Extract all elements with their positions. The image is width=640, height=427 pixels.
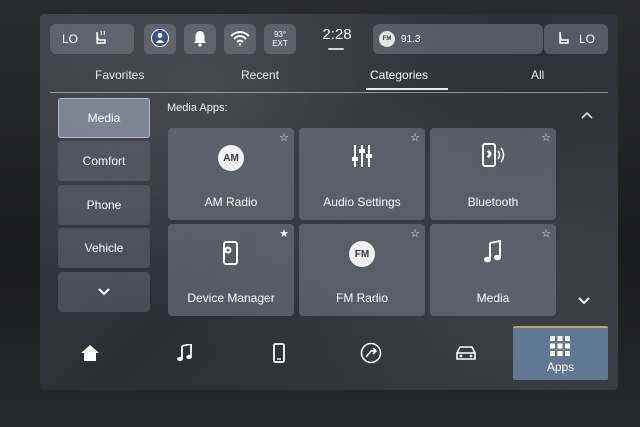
app-tile-label: Audio Settings xyxy=(323,195,401,209)
tab-categories[interactable]: Categories xyxy=(370,68,428,82)
app-tile-audio-settings[interactable]: ☆ Audio Settings xyxy=(299,128,425,220)
music-note-icon xyxy=(177,342,193,367)
app-tile-bluetooth[interactable]: ☆ Bluetooth xyxy=(430,128,556,220)
bottom-dock: Apps xyxy=(50,326,608,384)
wifi-icon xyxy=(230,30,250,49)
music-note-icon xyxy=(483,239,503,269)
sidebar-item-media[interactable]: Media xyxy=(58,98,150,138)
app-tile-fm-radio[interactable]: ☆ FM FM Radio xyxy=(299,224,425,316)
wifi-button[interactable] xyxy=(224,24,256,54)
phone-button[interactable] xyxy=(264,342,294,368)
navigation-icon xyxy=(360,342,382,369)
apps-label: Apps xyxy=(546,360,575,374)
section-title: Media Apps: xyxy=(167,102,228,114)
passenger-climate-control[interactable]: LO xyxy=(544,24,608,54)
notifications-button[interactable] xyxy=(184,24,216,54)
clock[interactable]: 2:28 xyxy=(312,26,362,43)
phone-icon xyxy=(273,342,285,368)
sidebar-item-comfort[interactable]: Comfort xyxy=(58,141,150,181)
car-icon xyxy=(454,344,478,367)
chevron-down-icon[interactable] xyxy=(578,294,590,308)
app-tile-media[interactable]: ☆ Media xyxy=(430,224,556,316)
driver-profile-icon xyxy=(150,28,170,51)
home-icon xyxy=(80,344,100,367)
driver-temperature-label: LO xyxy=(62,32,79,46)
device-manager-icon xyxy=(220,238,242,271)
apps-grid-icon xyxy=(550,336,570,361)
infotainment-screen: LO 93° EXT 2:28 FM 91.3 LO Favorites Rec… xyxy=(40,14,618,390)
app-tile-label: FM Radio xyxy=(335,291,388,305)
fm-badge-icon: FM xyxy=(379,31,395,47)
apps-button[interactable]: Apps xyxy=(513,326,608,380)
media-button[interactable] xyxy=(170,342,200,368)
app-tile-label: Bluetooth xyxy=(467,195,519,209)
status-bar: LO 93° EXT 2:28 FM 91.3 LO xyxy=(50,24,608,56)
navigation-button[interactable] xyxy=(356,342,386,368)
vehicle-button[interactable] xyxy=(451,342,481,368)
favorite-star-icon[interactable]: ★ xyxy=(279,227,289,240)
fm-radio-icon: FM xyxy=(349,241,375,267)
heated-seat-icon xyxy=(92,30,110,49)
exterior-temperature: 93° EXT xyxy=(264,24,296,54)
passenger-temperature-label: LO xyxy=(578,32,595,46)
now-playing-radio[interactable]: FM 91.3 xyxy=(373,24,543,54)
exterior-temperature-value: 93° xyxy=(273,30,287,39)
passenger-seat-icon xyxy=(557,30,571,49)
app-tile-label: Media xyxy=(476,291,510,305)
app-tile-label: AM Radio xyxy=(204,195,258,209)
app-tile-device-manager[interactable]: ★ Device Manager xyxy=(168,224,294,316)
bluetooth-phone-icon xyxy=(479,142,507,175)
tab-favorites[interactable]: Favorites xyxy=(95,68,144,82)
active-tab-indicator xyxy=(366,88,448,90)
favorite-star-icon[interactable]: ☆ xyxy=(541,131,551,144)
app-tile-am-radio[interactable]: ☆ AM AM Radio xyxy=(168,128,294,220)
radio-station-label: 91.3 xyxy=(401,33,421,45)
equalizer-icon xyxy=(350,143,374,174)
exterior-temperature-label: EXT xyxy=(272,39,288,48)
tab-recent[interactable]: Recent xyxy=(241,68,279,82)
am-radio-icon: AM xyxy=(218,145,244,171)
driver-profile-button[interactable] xyxy=(144,24,176,54)
bell-icon xyxy=(192,29,208,50)
sidebar-item-phone[interactable]: Phone xyxy=(58,185,150,225)
driver-climate-control[interactable]: LO xyxy=(50,24,134,54)
favorite-star-icon[interactable]: ☆ xyxy=(279,131,289,144)
chevron-down-icon xyxy=(98,285,110,299)
home-button[interactable] xyxy=(75,342,105,368)
tab-all[interactable]: All xyxy=(531,68,544,82)
category-tabs: Favorites Recent Categories All xyxy=(50,66,608,93)
clock-indicator xyxy=(328,48,344,50)
favorite-star-icon[interactable]: ☆ xyxy=(541,227,551,240)
chevron-up-icon[interactable] xyxy=(581,108,593,122)
favorite-star-icon[interactable]: ☆ xyxy=(410,131,420,144)
sidebar-item-vehicle[interactable]: Vehicle xyxy=(58,228,150,268)
app-tile-label: Device Manager xyxy=(187,291,275,305)
favorite-star-icon[interactable]: ☆ xyxy=(410,227,420,240)
sidebar-more-button[interactable] xyxy=(58,272,150,312)
